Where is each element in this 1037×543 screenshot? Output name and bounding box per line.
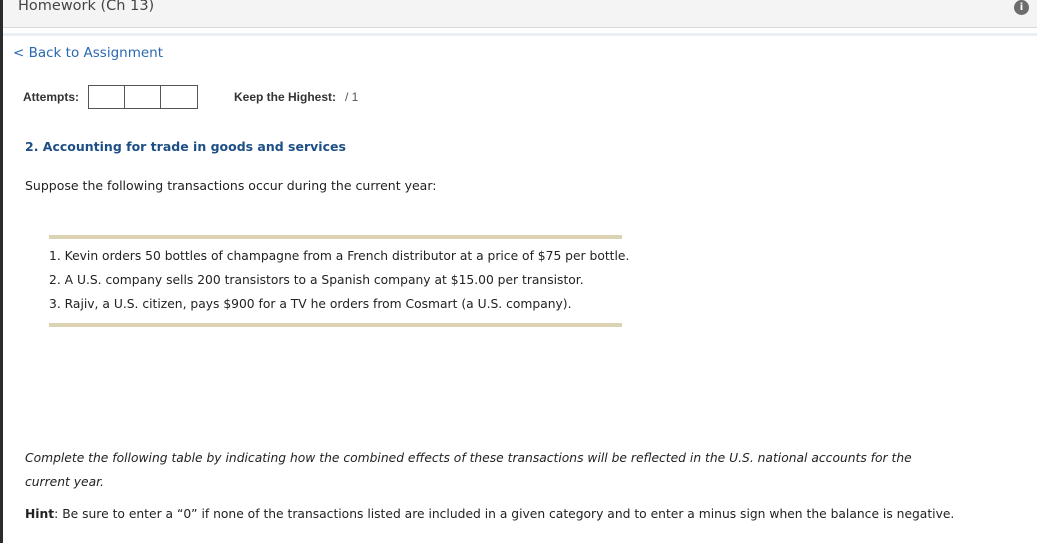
attempt-box — [161, 86, 197, 108]
keep-highest-label: Keep the Highest: — [234, 90, 337, 104]
window-edge — [0, 0, 3, 543]
hint-body: : Be sure to enter a “0” if none of the … — [54, 507, 955, 521]
page-title: Homework (Ch 13) — [18, 0, 155, 14]
transactions-box: 1. Kevin orders 50 bottles of champagne … — [49, 235, 629, 327]
info-icon[interactable]: i — [1014, 0, 1029, 15]
back-to-assignment-link[interactable]: < Back to Assignment — [13, 45, 163, 61]
keep-highest-value: / 1 — [345, 90, 359, 104]
attempt-box — [125, 86, 161, 108]
page-header: Homework (Ch 13) i — [3, 0, 1037, 28]
transaction-item: 1. Kevin orders 50 bottles of champagne … — [49, 249, 630, 263]
attempts-row: Attempts: Keep the Highest: / 1 — [23, 85, 358, 109]
question-title: 2. Accounting for trade in goods and ser… — [25, 139, 346, 154]
instructions-text: Complete the following table by indicati… — [25, 451, 912, 489]
page: Homework (Ch 13) i < Back to Assignment … — [0, 0, 1037, 543]
transaction-item: 3. Rajiv, a U.S. citizen, pays $900 for … — [49, 297, 572, 311]
attempt-box — [89, 86, 125, 108]
attempt-boxes — [88, 85, 198, 109]
hint-text: Hint: Be sure to enter a “0” if none of … — [25, 507, 954, 521]
hint-label: Hint — [25, 507, 55, 521]
transaction-item: 2. A U.S. company sells 200 transistors … — [49, 273, 584, 287]
divider — [3, 33, 1037, 36]
question-intro: Suppose the following transactions occur… — [25, 178, 437, 193]
attempts-label: Attempts: — [23, 90, 79, 104]
